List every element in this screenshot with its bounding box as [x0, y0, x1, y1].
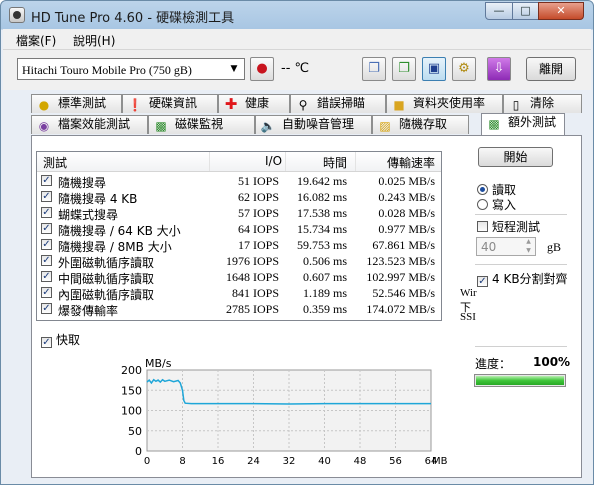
- x-axis-label: MB: [432, 456, 448, 467]
- x-tick-label: 24: [247, 456, 260, 467]
- x-tick-label: 40: [318, 456, 331, 467]
- app-window: HD Tune Pro 4.60 - 硬碟檢測工具 — □ ✕ 檔案(F) 說明…: [0, 0, 594, 485]
- transfer-graph: 0501001502000 8 16 24 32 40 48 56 64MB/sMB: [121, 357, 448, 467]
- y-tick-label: 100: [121, 405, 142, 418]
- y-tick-label: 200: [121, 364, 142, 377]
- x-tick-label: 48: [354, 456, 367, 467]
- x-tick-label: 32: [283, 456, 296, 467]
- y-axis-label: MB/s: [145, 357, 172, 370]
- y-tick-label: 50: [128, 425, 142, 438]
- y-tick-label: 150: [121, 384, 142, 397]
- x-tick-label: 56: [389, 456, 402, 467]
- y-tick-label: 0: [135, 445, 142, 458]
- x-tick-label: 16: [212, 456, 225, 467]
- x-tick-label: 0: [144, 456, 150, 467]
- x-tick-label: 8: [179, 456, 185, 467]
